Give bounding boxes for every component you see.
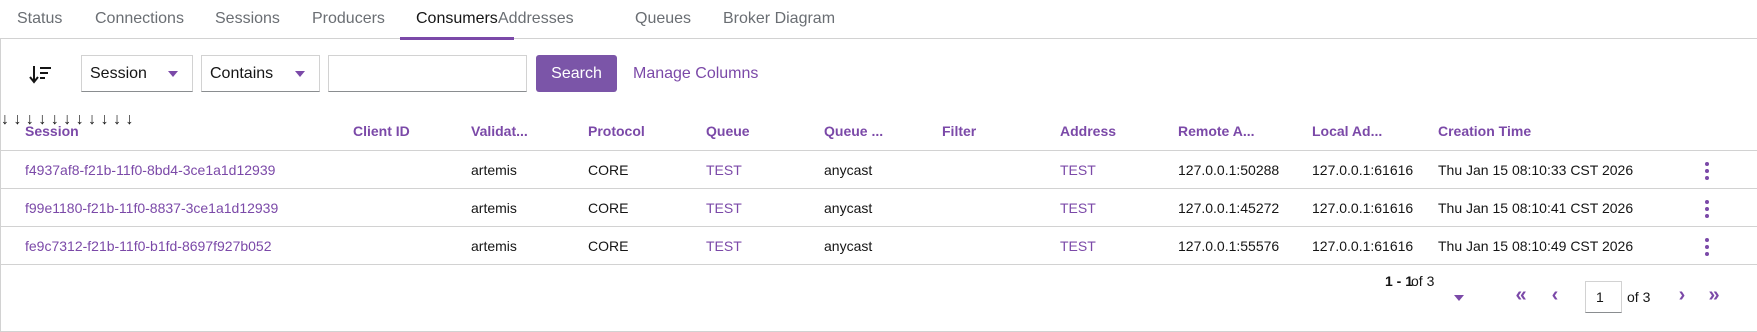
- previous-page-icon[interactable]: ‹: [1544, 285, 1566, 307]
- sort-arrow-icon[interactable]: ↓: [1, 111, 9, 128]
- tab-producers[interactable]: Producers: [312, 0, 385, 39]
- cell-queue-type: anycast: [824, 200, 873, 216]
- tab-connections[interactable]: Connections: [95, 0, 184, 39]
- sort-arrow-icon[interactable]: ↓: [88, 111, 96, 128]
- table-row: f99e1180-f21b-11f0-8837-3ce1a1d12939 art…: [1, 189, 1757, 227]
- table-row: fe9c7312-f21b-11f0-b1fd-8697f927b052 art…: [1, 227, 1757, 265]
- sort-amount-down-icon[interactable]: [27, 61, 55, 89]
- cell-local-address: 127.0.0.1:61616: [1312, 200, 1414, 216]
- filter-column-value: Session: [90, 65, 147, 82]
- tab-addresses[interactable]: Addresses: [498, 0, 574, 39]
- caret-down-icon: [168, 71, 178, 77]
- tab-broker-diagram[interactable]: Broker Diagram: [723, 0, 835, 39]
- tab-queues[interactable]: Queues: [635, 0, 691, 39]
- cell-validated: artemis: [471, 238, 517, 254]
- sort-arrow-icon[interactable]: ↓: [13, 111, 21, 128]
- search-input[interactable]: [328, 55, 527, 92]
- cell-session[interactable]: f99e1180-f21b-11f0-8837-3ce1a1d12939: [25, 189, 278, 227]
- filter-operator-select[interactable]: Contains: [201, 55, 320, 92]
- page-number-input[interactable]: [1585, 281, 1622, 313]
- column-header-session[interactable]: Session: [25, 111, 79, 151]
- cell-local-address: 127.0.0.1:61616: [1312, 162, 1414, 178]
- last-page-icon[interactable]: »: [1703, 285, 1725, 307]
- pagination-total-label: of 3: [1627, 289, 1651, 305]
- cell-protocol: CORE: [588, 162, 629, 178]
- column-header-client-id[interactable]: Client ID: [353, 111, 410, 151]
- cell-remote-address: 127.0.0.1:45272: [1178, 200, 1280, 216]
- cell-address[interactable]: TEST: [1060, 189, 1096, 227]
- sort-arrow-icon[interactable]: ↓: [126, 111, 134, 128]
- consumers-panel: Session Contains Search Manage Columns S…: [0, 39, 1757, 332]
- column-header-creation-time[interactable]: Creation Time: [1438, 111, 1531, 151]
- cell-remote-address: 127.0.0.1:55576: [1178, 238, 1280, 254]
- row-actions-kebab-icon[interactable]: [1701, 200, 1713, 218]
- cell-queue[interactable]: TEST: [706, 151, 742, 189]
- tab-sessions[interactable]: Sessions: [215, 0, 280, 39]
- cell-creation-time: Thu Jan 15 08:10:49 CST 2026: [1438, 238, 1634, 254]
- pagination-of-label: of 3: [1411, 273, 1435, 289]
- column-header-filter[interactable]: Filter: [942, 111, 976, 151]
- cell-creation-time: Thu Jan 15 08:10:33 CST 2026: [1438, 162, 1634, 178]
- tab-status[interactable]: Status: [17, 0, 62, 39]
- next-page-icon[interactable]: ›: [1671, 285, 1693, 307]
- cell-queue-type: anycast: [824, 238, 873, 254]
- cell-session[interactable]: f4937af8-f21b-11f0-8bd4-3ce1a1d12939: [25, 151, 275, 189]
- caret-down-icon: [295, 71, 305, 77]
- per-page-caret-down-icon[interactable]: [1454, 295, 1464, 301]
- cell-validated: artemis: [471, 162, 517, 178]
- pagination-range: 1 - 1: [1385, 273, 1414, 289]
- column-header-queue[interactable]: Queue: [706, 111, 750, 151]
- column-header-protocol[interactable]: Protocol: [588, 111, 645, 151]
- nav-tabs: Status Connections Sessions Producers Co…: [0, 0, 1757, 40]
- cell-address[interactable]: TEST: [1060, 227, 1096, 265]
- column-header-queue-type[interactable]: Queue ...: [824, 111, 883, 151]
- cell-protocol: CORE: [588, 200, 629, 216]
- sort-arrow-icon[interactable]: ↓: [101, 111, 109, 128]
- filter-column-select[interactable]: Session: [81, 55, 193, 92]
- tab-consumers[interactable]: Consumers: [400, 0, 514, 40]
- column-header-remote-address[interactable]: Remote A...: [1178, 111, 1255, 151]
- column-header-address[interactable]: Address: [1060, 111, 1116, 151]
- row-actions-kebab-icon[interactable]: [1701, 162, 1713, 180]
- cell-address[interactable]: TEST: [1060, 151, 1096, 189]
- filter-operator-value: Contains: [210, 65, 274, 82]
- cell-creation-time: Thu Jan 15 08:10:41 CST 2026: [1438, 200, 1634, 216]
- manage-columns-button[interactable]: Manage Columns: [633, 55, 758, 92]
- table-row: f4937af8-f21b-11f0-8bd4-3ce1a1d12939 art…: [1, 151, 1757, 189]
- cell-queue[interactable]: TEST: [706, 227, 742, 265]
- sort-arrow-icon[interactable]: ↓: [113, 111, 121, 128]
- cell-validated: artemis: [471, 200, 517, 216]
- cell-session[interactable]: fe9c7312-f21b-11f0-b1fd-8697f927b052: [25, 227, 272, 265]
- cell-remote-address: 127.0.0.1:50288: [1178, 162, 1280, 178]
- cell-queue[interactable]: TEST: [706, 189, 742, 227]
- column-header-local-address[interactable]: Local Ad...: [1312, 111, 1382, 151]
- row-actions-kebab-icon[interactable]: [1701, 238, 1713, 256]
- table-header: Session Client ID Validat... Protocol Qu…: [1, 111, 1757, 151]
- cell-local-address: 127.0.0.1:61616: [1312, 238, 1414, 254]
- column-header-validated[interactable]: Validat...: [471, 111, 528, 151]
- first-page-icon[interactable]: «: [1510, 285, 1532, 307]
- cell-queue-type: anycast: [824, 162, 873, 178]
- cell-protocol: CORE: [588, 238, 629, 254]
- search-button[interactable]: Search: [536, 55, 617, 92]
